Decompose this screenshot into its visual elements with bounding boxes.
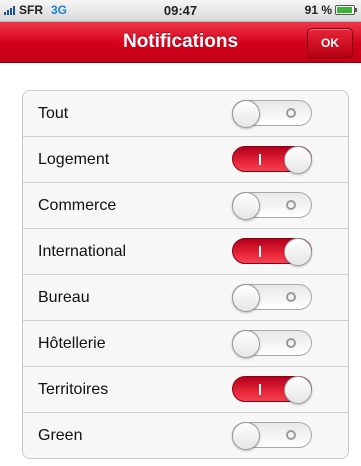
toggle-switch-logement[interactable]	[232, 146, 312, 174]
setting-row-bureau: Bureau	[23, 275, 348, 321]
toggle-switch-bureau[interactable]	[232, 284, 312, 312]
toggle-switch-tout[interactable]	[232, 100, 312, 128]
setting-row-hotellerie: Hôtellerie	[23, 321, 348, 367]
toggle-switch-territoires[interactable]	[232, 376, 312, 404]
status-bar: SFR 3G 09:47 91 %	[0, 0, 361, 22]
toggle-off-icon	[286, 292, 296, 302]
toggle-on-icon	[259, 384, 261, 395]
toggle-off-icon	[286, 338, 296, 348]
toggle-off-icon	[286, 430, 296, 440]
battery-percent: 91 %	[304, 3, 332, 17]
toggle-switch-hotellerie[interactable]	[232, 330, 312, 358]
toggle-knob[interactable]	[284, 146, 312, 174]
toggle-off-icon	[286, 108, 296, 118]
setting-row-commerce: Commerce	[23, 183, 348, 229]
toggle-switch-international[interactable]	[232, 238, 312, 266]
toggle-on-icon	[259, 246, 261, 257]
toggle-knob[interactable]	[232, 330, 260, 358]
setting-row-tout: Tout	[23, 91, 348, 137]
toggle-knob[interactable]	[232, 192, 260, 220]
setting-label: Hôtellerie	[38, 335, 106, 352]
setting-label: Territoires	[38, 381, 109, 398]
settings-content: Tout Logement Commerce International Bur…	[0, 63, 361, 466]
setting-label: Green	[38, 427, 83, 444]
toggle-off-icon	[286, 200, 296, 210]
setting-label: Bureau	[38, 289, 90, 306]
ok-button[interactable]: OK	[307, 28, 353, 58]
status-right: 91 %	[304, 3, 357, 17]
toggle-on-icon	[259, 154, 261, 165]
toggle-knob[interactable]	[232, 422, 260, 450]
settings-list: Tout Logement Commerce International Bur…	[22, 90, 349, 459]
setting-label: Logement	[38, 151, 110, 168]
toggle-switch-commerce[interactable]	[232, 192, 312, 220]
setting-row-international: International	[23, 229, 348, 275]
toggle-knob[interactable]	[284, 238, 312, 266]
setting-label: International	[38, 243, 127, 260]
toggle-knob[interactable]	[284, 376, 312, 404]
setting-row-green: Green	[23, 413, 348, 458]
navigation-bar: Notifications OK	[0, 22, 361, 63]
setting-label: Commerce	[38, 197, 117, 214]
setting-label: Tout	[38, 105, 69, 122]
toggle-knob[interactable]	[232, 284, 260, 312]
battery-fill	[337, 7, 352, 13]
toggle-switch-green[interactable]	[232, 422, 312, 450]
toggle-knob[interactable]	[232, 100, 260, 128]
setting-row-logement: Logement	[23, 137, 348, 183]
battery-icon	[335, 5, 357, 15]
setting-row-territoires: Territoires	[23, 367, 348, 413]
